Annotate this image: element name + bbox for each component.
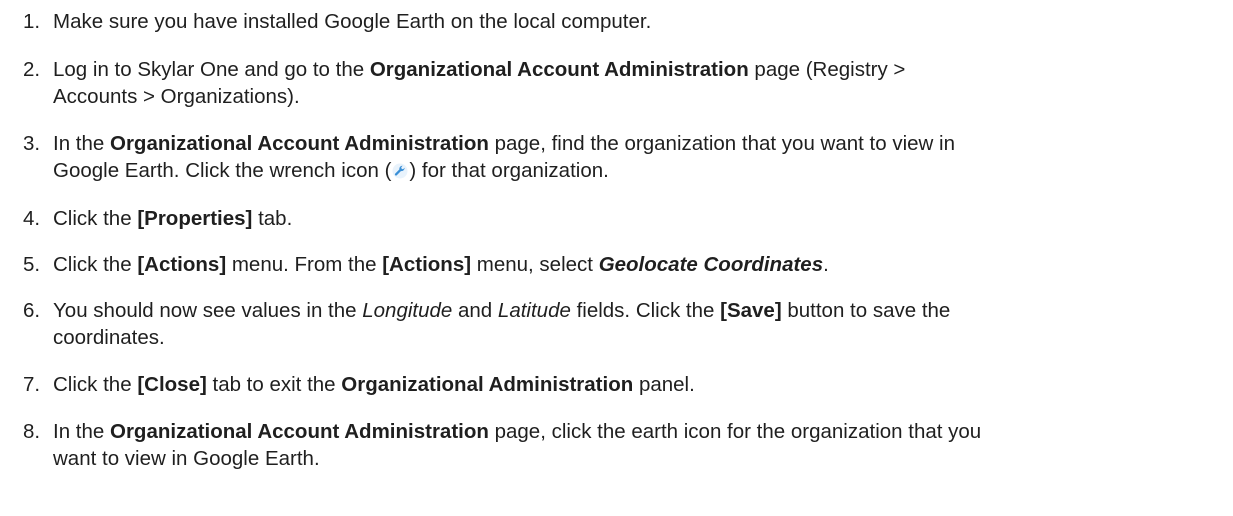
step-text: You should now see values in the (53, 299, 363, 322)
tab-name: [Close] (137, 373, 207, 396)
step-text: Click the (53, 253, 138, 276)
tab-name: [Properties] (137, 207, 253, 230)
step-1: 1. Make sure you have installed Google Ea… (0, 8, 1233, 35)
instruction-steps: 1. Make sure you have installed Google Ea… (0, 8, 1233, 472)
page-name: Organizational Account Administration (110, 132, 489, 155)
step-6: 6. You should now see values in the Longi… (0, 297, 1233, 351)
step-text: page, click the earth icon for the organ… (488, 420, 982, 443)
step-8: 8. In the Organizational Account Administ… (0, 418, 1233, 472)
wrench-icon (392, 163, 408, 179)
step-number: 6. (23, 299, 41, 322)
step-text: Google Earth. Click the wrench icon ( (53, 159, 392, 182)
step-text: page (Registry > (748, 58, 906, 81)
step-number: 4. (23, 207, 41, 230)
panel-name: Organizational Administration (341, 373, 634, 396)
step-text: . (823, 253, 829, 276)
menu-name: [Actions] (382, 253, 472, 276)
step-text: Log in to Skylar One and go to the (53, 58, 370, 81)
step-number: 3. (23, 132, 41, 155)
step-text: In the (53, 132, 110, 155)
step-text: fields. Click the (570, 299, 721, 322)
step-text: Click the (53, 373, 138, 396)
step-text: tab. (252, 207, 293, 230)
field-name: Latitude (497, 299, 571, 322)
field-name: Longitude (362, 299, 453, 322)
step-number: 5. (23, 253, 41, 276)
step-text: Click the (53, 207, 138, 230)
button-name: [Save] (720, 299, 782, 322)
step-text: ) for that organization. (409, 159, 609, 182)
step-2: 2. Log in to Skylar One and go to the Org… (0, 56, 1233, 110)
step-5: 5. Click the [Actions] menu. From the [Ac… (0, 251, 1233, 278)
step-text: tab to exit the (206, 373, 342, 396)
step-number: 2. (23, 58, 41, 81)
menu-option: Geolocate Coordinates (598, 253, 824, 276)
step-3: 3. In the Organizational Account Administ… (0, 130, 1233, 184)
menu-name: [Actions] (137, 253, 227, 276)
step-text: menu. From the (226, 253, 383, 276)
step-number: 7. (23, 373, 41, 396)
step-7: 7. Click the [Close] tab to exit the Orga… (0, 371, 1233, 398)
page-name: Organizational Account Administration (369, 58, 749, 81)
step-number: 1. (23, 10, 41, 33)
step-text: coordinates. (53, 326, 165, 349)
step-text: and (452, 299, 498, 322)
step-text: panel. (633, 373, 695, 396)
page-name: Organizational Account Administration (110, 420, 489, 443)
step-text: Accounts > Organizations). (53, 85, 300, 108)
step-text: Make sure you have installed Google Eart… (53, 10, 652, 33)
step-number: 8. (23, 420, 41, 443)
step-text: page, find the organization that you wan… (488, 132, 955, 155)
step-text: In the (53, 420, 110, 443)
step-4: 4. Click the [Properties] tab. (0, 205, 1233, 232)
step-text: button to save the (781, 299, 951, 322)
step-text: menu, select (471, 253, 599, 276)
step-text: want to view in Google Earth. (53, 447, 320, 470)
